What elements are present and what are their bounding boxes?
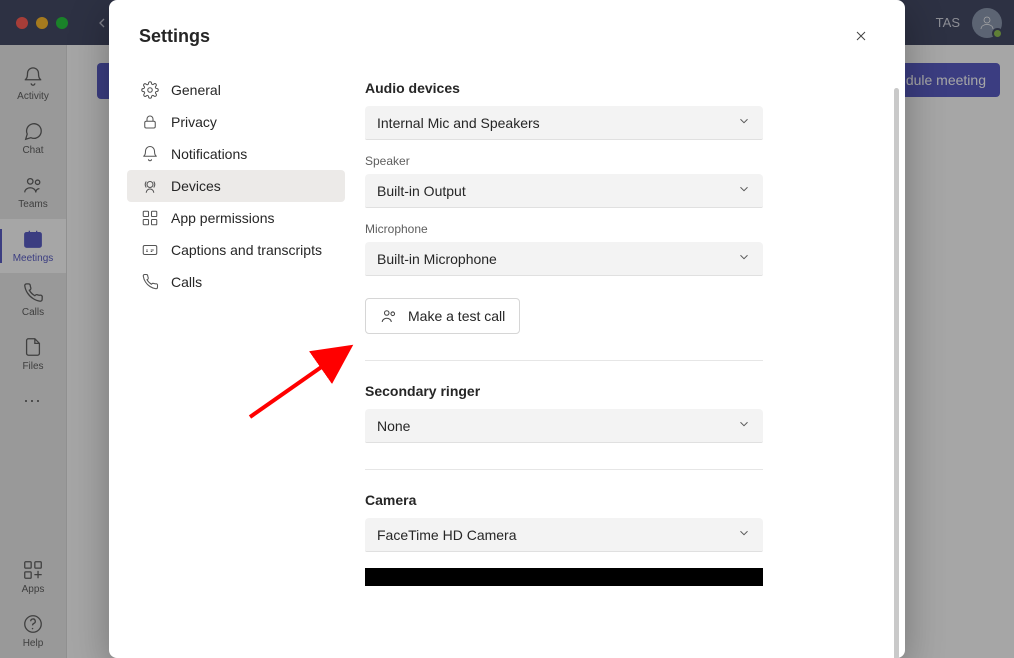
camera-heading: Camera	[365, 492, 871, 508]
microphone-select[interactable]: Built-in Microphone	[365, 242, 763, 276]
camera-preview	[365, 568, 763, 586]
sidebar-item-captions[interactable]: Captions and transcripts	[127, 234, 345, 266]
sidebar-item-label: Calls	[171, 274, 202, 290]
sidebar-item-devices[interactable]: Devices	[127, 170, 345, 202]
settings-modal: Settings General Privacy Notifications	[109, 0, 905, 658]
sidebar-item-calls[interactable]: Calls	[127, 266, 345, 298]
test-call-icon	[380, 307, 398, 325]
select-value: Internal Mic and Speakers	[377, 115, 540, 131]
chevron-down-icon	[737, 114, 751, 131]
chevron-down-icon	[737, 182, 751, 199]
chevron-down-icon	[737, 526, 751, 543]
sidebar-item-label: App permissions	[171, 210, 275, 226]
modal-title: Settings	[139, 26, 210, 47]
secondary-ringer-select[interactable]: None	[365, 409, 763, 443]
sidebar-item-label: Captions and transcripts	[171, 242, 322, 258]
sidebar-item-label: Devices	[171, 178, 221, 194]
sidebar-item-general[interactable]: General	[127, 74, 345, 106]
sidebar-item-notifications[interactable]: Notifications	[127, 138, 345, 170]
divider	[365, 360, 763, 361]
microphone-label: Microphone	[365, 222, 871, 236]
select-value: Built-in Output	[377, 183, 466, 199]
secondary-ringer-heading: Secondary ringer	[365, 383, 871, 399]
audio-device-select[interactable]: Internal Mic and Speakers	[365, 106, 763, 140]
sidebar-item-label: Notifications	[171, 146, 247, 162]
speaker-label: Speaker	[365, 154, 871, 168]
audio-devices-heading: Audio devices	[365, 80, 871, 96]
chevron-down-icon	[737, 417, 751, 434]
select-value: Built-in Microphone	[377, 251, 497, 267]
chevron-down-icon	[737, 250, 751, 267]
divider	[365, 469, 763, 470]
camera-select[interactable]: FaceTime HD Camera	[365, 518, 763, 552]
sidebar-item-label: Privacy	[171, 114, 217, 130]
make-test-call-button[interactable]: Make a test call	[365, 298, 520, 334]
sidebar-item-app-permissions[interactable]: App permissions	[127, 202, 345, 234]
settings-sidebar: General Privacy Notifications Devices Ap…	[127, 64, 345, 658]
scrollbar[interactable]	[894, 88, 899, 658]
sidebar-item-privacy[interactable]: Privacy	[127, 106, 345, 138]
test-call-label: Make a test call	[408, 308, 505, 324]
sidebar-item-label: General	[171, 82, 221, 98]
speaker-select[interactable]: Built-in Output	[365, 174, 763, 208]
settings-pane: Audio devices Internal Mic and Speakers …	[345, 64, 875, 658]
close-button[interactable]	[847, 22, 875, 50]
select-value: FaceTime HD Camera	[377, 527, 517, 543]
select-value: None	[377, 418, 410, 434]
